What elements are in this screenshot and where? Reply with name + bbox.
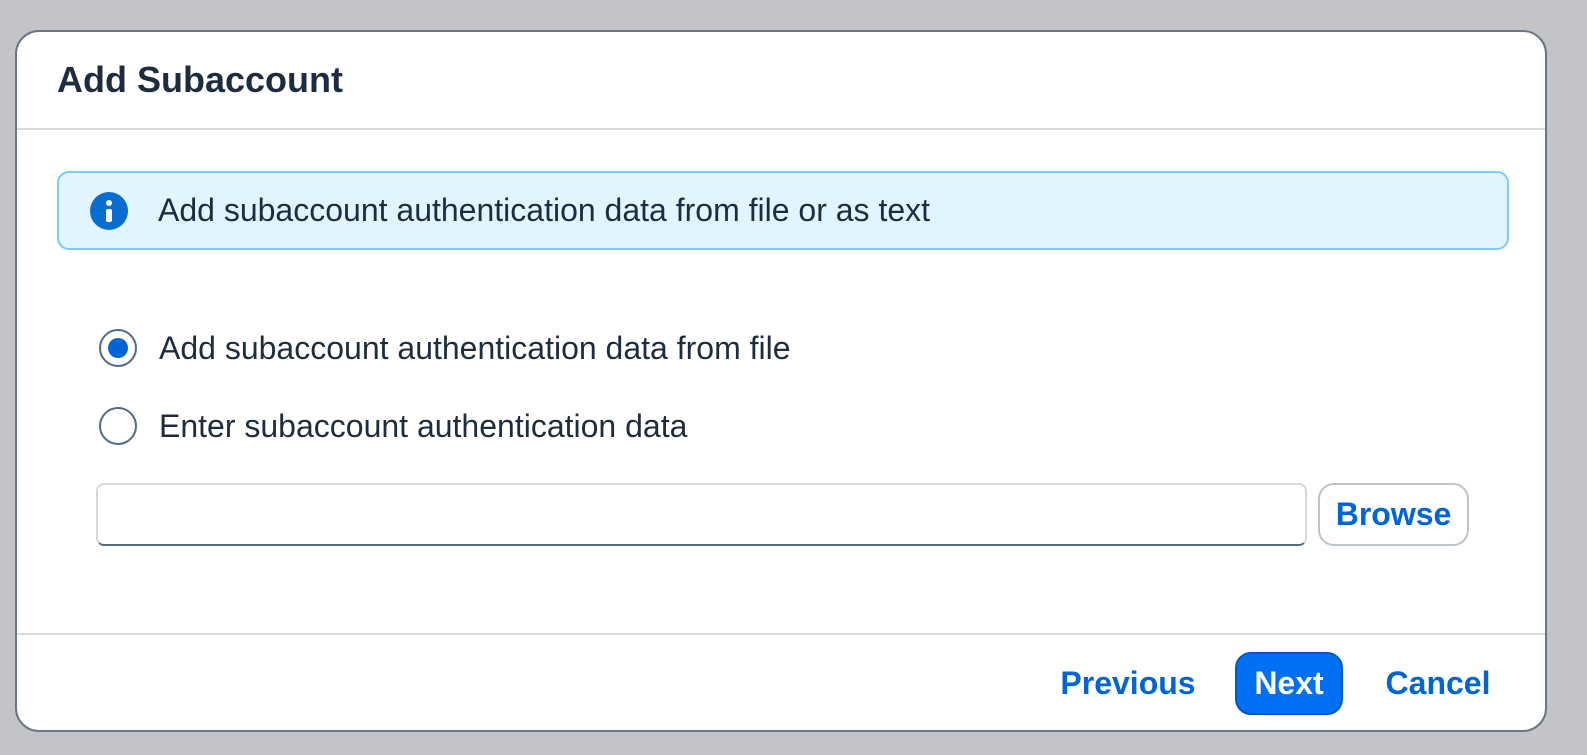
radio-button-enter-data[interactable] [99,407,137,445]
radio-option-from-file[interactable]: Add subaccount authentication data from … [99,329,791,367]
dialog-header: Add Subaccount [17,32,1545,130]
dialog-title: Add Subaccount [57,59,343,100]
browse-button[interactable]: Browse [1318,483,1469,546]
dialog-footer: Previous Next Cancel [17,633,1545,730]
radio-label-from-file: Add subaccount authentication data from … [159,329,791,366]
radio-button-from-file[interactable] [99,329,137,367]
cancel-button[interactable]: Cancel [1373,652,1503,715]
next-button[interactable]: Next [1235,652,1343,715]
radio-option-enter-data[interactable]: Enter subaccount authentication data [99,407,687,445]
info-icon [90,191,128,230]
file-path-input[interactable] [96,483,1307,546]
previous-button[interactable]: Previous [1053,652,1203,715]
info-message-strip: Add subaccount authentication data from … [57,171,1509,250]
radio-label-enter-data: Enter subaccount authentication data [159,407,688,444]
info-message-text: Add subaccount authentication data from … [158,192,931,228]
radio-selected-dot [108,338,128,358]
add-subaccount-dialog: Add Subaccount Add subaccount authentica… [15,30,1547,732]
